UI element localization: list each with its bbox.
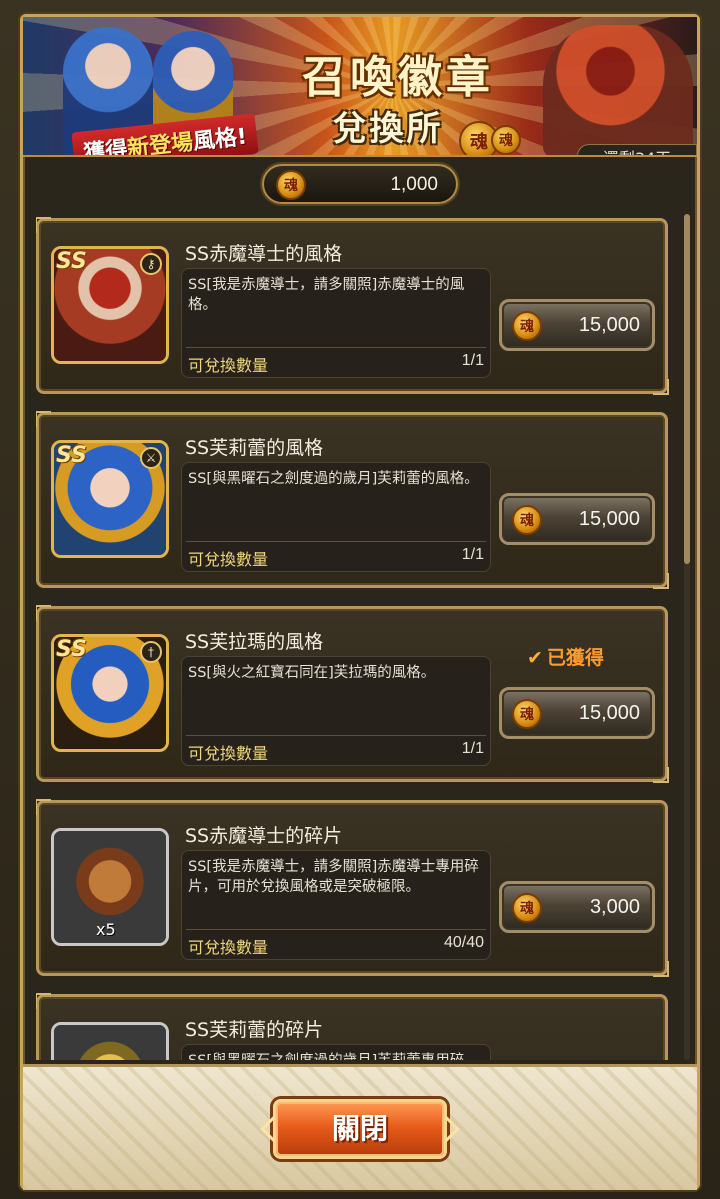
sword-icon: ⚔ <box>140 447 162 469</box>
item-name: SS芙拉瑪的風格 <box>185 631 324 653</box>
item-price: 3,000 <box>589 896 640 918</box>
item-price: 15,000 <box>578 314 640 336</box>
item-description-box: SS[我是赤魔導士，請多關照]赤魔導士專用碎片，可用於兌換風格或是突破極限。 可… <box>181 850 491 960</box>
days-remaining: 還剩34天 <box>577 144 697 155</box>
item-thumbnail[interactable]: SS ⚷ <box>51 246 169 364</box>
exchange-price-button[interactable]: 魂 15,000 <box>499 299 655 351</box>
rank-badge: SS <box>56 637 87 662</box>
item-description: SS[與黑曜石之劍度過的歲月]芙莉蕾的風格。 <box>188 471 479 487</box>
item-description: SS[與黑曜石之劍度過的歲月]芙莉蕾專用碎 <box>188 1051 488 1060</box>
soul-coin-icon: 魂 <box>512 699 542 729</box>
card-corner-ornament <box>36 605 51 621</box>
card-corner-ornament <box>36 411 51 427</box>
promo-suffix: 風格! <box>191 124 249 155</box>
banner-character-right <box>543 25 693 155</box>
exchange-limit-value: 40/40 <box>443 934 484 951</box>
card-corner-ornament <box>36 799 51 815</box>
exchange-limit-value: 1/1 <box>461 546 484 563</box>
exchange-price-button[interactable]: 魂 15,000 <box>499 687 655 739</box>
soul-coin-icon: 魂 <box>512 893 542 923</box>
obtained-label: 已獲得 <box>546 647 604 669</box>
soul-coin-pair-icon: 魂 魂 <box>459 121 529 155</box>
item-description-box: SS[與黑曜石之劍度過的歲月]芙莉蕾專用碎 <box>181 1044 491 1060</box>
item-name: SS赤魔導士的碎片 <box>185 825 343 847</box>
exchange-limit-value: 1/1 <box>461 352 484 369</box>
item-thumbnail[interactable]: SS † <box>51 634 169 752</box>
exchange-limit-label: 可兌換數量 <box>188 938 269 957</box>
item-thumbnail[interactable] <box>51 1022 169 1060</box>
event-banner: 召喚徽章 兌換所 魂 魂 獲得新登場風格! 還剩34天 <box>23 17 697 157</box>
exchange-item-card: SS ⚔ SS芙莉蕾的風格 SS[與黑曜石之劍度過的歲月]芙莉蕾的風格。 可兌換… <box>36 411 669 589</box>
currency-amount: 1,000 <box>390 174 438 195</box>
exchange-limit-label: 可兌換數量 <box>188 550 269 569</box>
promo-highlight: 新登場 <box>126 130 195 157</box>
exchange-item-card: x5 SS赤魔導士的碎片 SS[我是赤魔導士，請多關照]赤魔導士專用碎片，可用於… <box>36 799 669 977</box>
item-description: SS[我是赤魔導士，請多關照]赤魔導士專用碎片，可用於兌換風格或是突破極限。 <box>188 859 479 895</box>
soul-coin-icon: 魂 <box>512 311 542 341</box>
item-quantity: x5 <box>96 920 116 939</box>
card-corner-ornament <box>653 573 669 589</box>
list-scrollbar[interactable] <box>684 214 690 1060</box>
promo-prefix: 獲得 <box>82 137 129 157</box>
currency-balance: 魂 1,000 <box>262 164 458 204</box>
item-name: SS芙莉蕾的風格 <box>185 437 324 459</box>
close-button-label: 關閉 <box>331 1112 388 1145</box>
rank-badge: SS <box>56 443 87 468</box>
exchange-limit-value: 1/1 <box>461 740 484 757</box>
obtained-badge: ✔ 已獲得 <box>527 643 604 670</box>
exchange-limit-label: 可兌換數量 <box>188 356 269 375</box>
dagger-icon: † <box>140 641 162 663</box>
exchange-item-card: SS芙莉蕾的碎片 SS[與黑曜石之劍度過的歲月]芙莉蕾專用碎 <box>36 993 668 1060</box>
divider <box>186 735 486 736</box>
exchange-price-button[interactable]: 魂 3,000 <box>499 881 655 933</box>
banner-subtitle: 兌換所 <box>332 109 444 149</box>
exchange-price-button[interactable]: 魂 15,000 <box>499 493 655 545</box>
item-price: 15,000 <box>578 508 640 530</box>
divider <box>186 347 486 348</box>
check-icon: ✔ <box>527 647 543 669</box>
item-description-box: SS[我是赤魔導士，請多關照]赤魔導士的風格。 可兌換數量 1/1 <box>181 268 491 378</box>
close-button[interactable]: 關閉 <box>260 1099 460 1159</box>
exchange-limit-label: 可兌換數量 <box>188 744 269 763</box>
item-name: SS赤魔導士的風格 <box>185 243 343 265</box>
divider <box>186 929 486 930</box>
card-corner-ornament <box>653 961 669 977</box>
item-description-box: SS[與黑曜石之劍度過的歲月]芙莉蕾的風格。 可兌換數量 1/1 <box>181 462 491 572</box>
exchange-item-card: SS ⚷ SS赤魔導士的風格 SS[我是赤魔導士，請多關照]赤魔導士的風格。 可… <box>36 217 669 395</box>
item-thumbnail[interactable]: SS ⚔ <box>51 440 169 558</box>
exchange-item-list[interactable]: SS ⚷ SS赤魔導士的風格 SS[我是赤魔導士，請多關照]赤魔導士的風格。 可… <box>36 214 672 1060</box>
soul-coin-icon: 魂 <box>276 170 306 200</box>
footer-bar: 關閉 <box>23 1064 697 1190</box>
key-icon: ⚷ <box>140 253 162 275</box>
item-description: SS[與火之紅寶石同在]芙拉瑪的風格。 <box>188 665 436 681</box>
item-name: SS芙莉蕾的碎片 <box>185 1019 324 1041</box>
soul-coin-icon: 魂 <box>491 125 521 155</box>
item-thumbnail[interactable]: x5 <box>51 828 169 946</box>
scrollbar-thumb[interactable] <box>684 214 690 564</box>
card-corner-ornament <box>653 379 669 395</box>
item-description: SS[我是赤魔導士，請多關照]赤魔導士的風格。 <box>188 277 465 313</box>
soul-coin-icon: 魂 <box>512 505 542 535</box>
item-price: 15,000 <box>578 702 640 724</box>
card-corner-ornament <box>36 993 51 1009</box>
divider <box>186 541 486 542</box>
card-corner-ornament <box>653 767 669 783</box>
exchange-item-card: SS † SS芙拉瑪的風格 ✔ 已獲得 SS[與火之紅寶石同在]芙拉瑪的風格。 可… <box>36 605 669 783</box>
item-description-box: SS[與火之紅寶石同在]芙拉瑪的風格。 可兌換數量 1/1 <box>181 656 491 766</box>
banner-title: 召喚徽章 <box>302 52 494 103</box>
puzzle-fragment-icon <box>54 1025 166 1060</box>
rank-badge: SS <box>56 249 87 274</box>
card-corner-ornament <box>36 217 51 233</box>
